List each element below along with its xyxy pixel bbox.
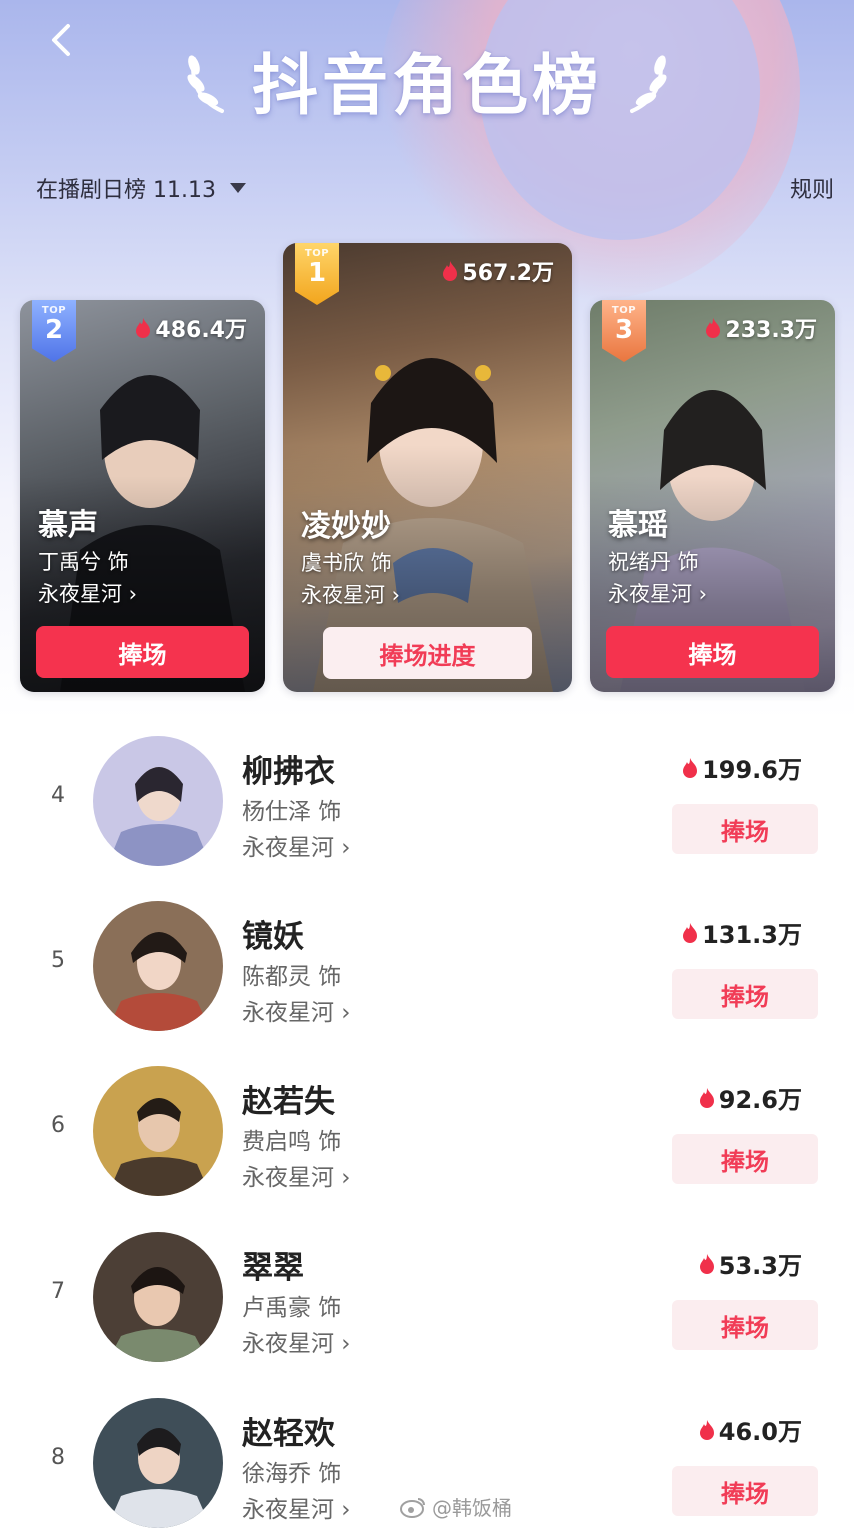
heat-value: 486.4万	[155, 318, 247, 343]
drama-link[interactable]: 永夜星河 ›	[242, 993, 351, 1027]
cheer-button[interactable]: 捧场	[672, 804, 818, 854]
actor-name: 虞书欣 饰	[301, 551, 392, 575]
avatar	[93, 1398, 223, 1528]
flame-icon	[699, 1253, 714, 1274]
laurel-right-icon	[630, 55, 667, 113]
title-area: 抖音角色榜	[0, 30, 854, 130]
character-name: 慕瑶	[608, 508, 668, 543]
heat-count: 92.6万	[699, 1080, 802, 1115]
top-card-rank-3[interactable]: TOP 3 233.3万 慕瑶 祝绪丹 饰 永夜星河 › 捧场	[590, 300, 835, 692]
actor-name: 卢禹豪 饰	[242, 1295, 342, 1321]
rank-number: 6	[51, 1113, 65, 1138]
heat-value: 92.6万	[718, 1086, 802, 1114]
watermark: @韩饭桶	[400, 1492, 512, 1521]
drama-link[interactable]: 永夜星河 ›	[38, 578, 137, 608]
avatar	[93, 1066, 223, 1196]
character-name: 柳拂衣	[242, 754, 335, 790]
heat-count: 233.3万	[705, 312, 817, 344]
drama-link[interactable]: 永夜星河 ›	[242, 1158, 351, 1192]
date-selector-label: 在播剧日榜 11.13	[36, 178, 216, 203]
avatar	[93, 736, 223, 866]
top-card-rank-2[interactable]: TOP 2 486.4万 慕声 丁禹兮 饰 永夜星河 › 捧场	[20, 300, 265, 692]
character-name: 凌妙妙	[301, 509, 391, 544]
drama-link[interactable]: 永夜星河 ›	[301, 579, 400, 609]
heat-value: 233.3万	[725, 318, 817, 343]
rank-number: 7	[51, 1279, 65, 1304]
flame-icon	[443, 261, 458, 281]
flame-icon	[683, 757, 698, 778]
rank-badge-number: 1	[307, 258, 327, 288]
character-name: 镜妖	[242, 919, 304, 955]
actor-name: 陈都灵 饰	[242, 964, 342, 990]
actor-name: 徐海乔 饰	[242, 1461, 342, 1487]
cheer-button[interactable]: 捧场	[672, 1466, 818, 1516]
cheer-button[interactable]: 捧场	[672, 1300, 818, 1350]
actor-name: 祝绪丹 饰	[608, 550, 699, 574]
date-selector[interactable]: 在播剧日榜 11.13	[36, 170, 246, 206]
list-item[interactable]: 4 柳拂衣 杨仕泽 饰 永夜星河 › 199.6万 捧场	[0, 728, 854, 878]
actor-name: 丁禹兮 饰	[38, 550, 129, 574]
drama-link[interactable]: 永夜星河 ›	[242, 828, 351, 862]
watermark-text: @韩饭桶	[432, 1496, 512, 1520]
heat-count: 199.6万	[682, 750, 802, 785]
heat-count: 53.3万	[699, 1246, 802, 1281]
cheer-button[interactable]: 捧场	[606, 626, 819, 678]
cheer-button[interactable]: 捧场	[36, 626, 249, 678]
page-title: 抖音角色榜	[252, 47, 602, 124]
rank-number: 4	[51, 783, 65, 808]
heat-count: 486.4万	[135, 312, 247, 344]
rank-badge-label: TOP	[41, 305, 67, 316]
character-name: 赵若失	[242, 1084, 335, 1120]
rank-number: 8	[51, 1445, 65, 1470]
rules-link[interactable]: 规则	[790, 172, 834, 204]
top-card-rank-1[interactable]: TOP 1 567.2万 凌妙妙 虞书欣 饰 永夜星河 › 捧场进度	[283, 243, 572, 692]
flame-icon	[136, 318, 151, 338]
cheer-button[interactable]: 捧场	[672, 1134, 818, 1184]
list-item[interactable]: 5 镜妖 陈都灵 饰 永夜星河 › 131.3万 捧场	[0, 893, 854, 1043]
list-item[interactable]: 6 赵若失 费启鸣 饰 永夜星河 › 92.6万 捧场	[0, 1058, 854, 1208]
heat-count: 131.3万	[682, 915, 802, 950]
rank-badge-number: 3	[614, 315, 634, 345]
avatar	[93, 1232, 223, 1362]
drama-link[interactable]: 永夜星河 ›	[242, 1490, 351, 1524]
cheer-button[interactable]: 捧场	[672, 969, 818, 1019]
actor-name: 费启鸣 饰	[242, 1129, 342, 1155]
rank-badge-label: TOP	[304, 248, 330, 259]
character-name: 慕声	[38, 508, 98, 543]
drama-link[interactable]: 永夜星河 ›	[242, 1324, 351, 1358]
heat-value: 53.3万	[718, 1252, 802, 1280]
laurel-left-icon	[187, 55, 224, 113]
actor-name: 杨仕泽 饰	[242, 799, 342, 825]
rank-number: 5	[51, 948, 65, 973]
flame-icon	[683, 922, 698, 943]
caret-down-icon	[229, 183, 246, 193]
rank-badge-label: TOP	[611, 305, 637, 316]
weibo-icon	[400, 1497, 425, 1518]
flame-icon	[699, 1419, 714, 1440]
character-name: 翠翠	[242, 1250, 304, 1286]
cheer-progress-button[interactable]: 捧场进度	[323, 627, 532, 679]
heat-count: 46.0万	[699, 1412, 802, 1447]
heat-value: 199.6万	[702, 756, 802, 784]
heat-value: 567.2万	[462, 261, 554, 286]
list-item[interactable]: 7 翠翠 卢禹豪 饰 永夜星河 › 53.3万 捧场	[0, 1224, 854, 1374]
flame-icon	[706, 318, 721, 338]
rank-badge-number: 2	[44, 315, 64, 345]
heat-count: 567.2万	[442, 255, 554, 287]
avatar	[93, 901, 223, 1031]
drama-link[interactable]: 永夜星河 ›	[608, 578, 707, 608]
heat-value: 131.3万	[702, 921, 802, 949]
flame-icon	[699, 1087, 714, 1108]
heat-value: 46.0万	[718, 1418, 802, 1446]
character-name: 赵轻欢	[242, 1416, 335, 1452]
